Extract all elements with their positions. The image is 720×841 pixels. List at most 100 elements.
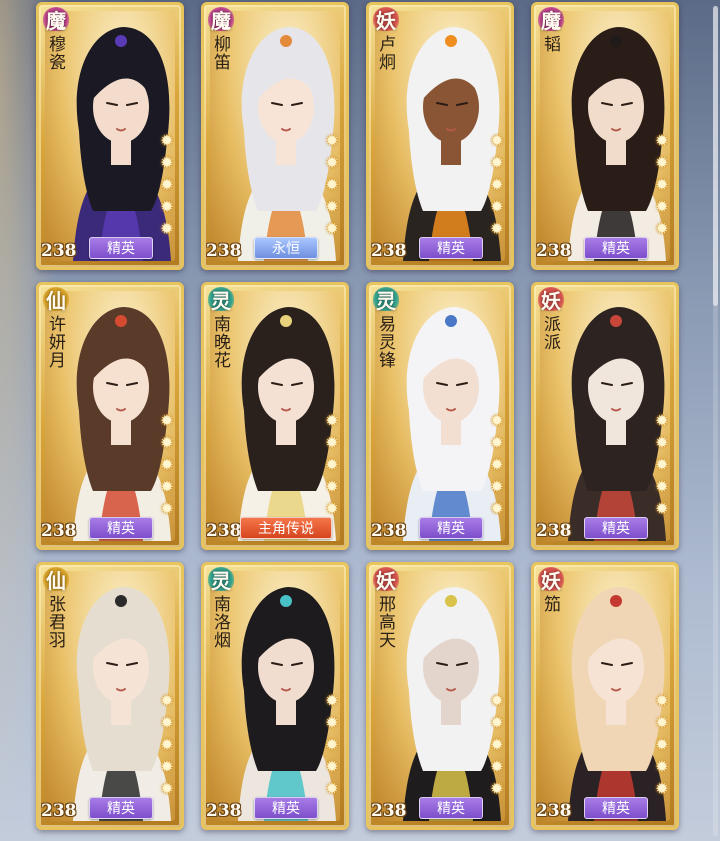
- faction-badge: 仙: [43, 567, 69, 593]
- star-icon: ✹: [655, 219, 669, 238]
- star-icon: ✹: [325, 219, 339, 238]
- faction-badge: 灵: [373, 287, 399, 313]
- star-icon: ✹: [490, 499, 504, 518]
- level-number: 238: [206, 801, 242, 821]
- level-number: 238: [41, 801, 77, 821]
- star-rating: ✹ ✹ ✹ ✹ ✹: [324, 413, 340, 517]
- character-name: 张君羽: [45, 595, 65, 649]
- character-card[interactable]: 仙张君羽 ✹ ✹ ✹ ✹ ✹ 238 精英: [36, 562, 184, 830]
- faction-badge: 魔: [208, 7, 234, 33]
- star-rating: ✹ ✹ ✹ ✹ ✹: [159, 693, 175, 797]
- level-number: 238: [371, 241, 407, 261]
- level-number: 238: [536, 801, 572, 821]
- level-number: 238: [206, 521, 242, 541]
- faction-badge: 妖: [538, 287, 564, 313]
- character-name: 许妍月: [45, 315, 65, 369]
- star-icon: ✹: [160, 433, 174, 452]
- star-icon: ✹: [490, 455, 504, 474]
- star-icon: ✹: [655, 153, 669, 172]
- star-icon: ✹: [160, 219, 174, 238]
- star-icon: ✹: [325, 757, 339, 776]
- star-icon: ✹: [325, 477, 339, 496]
- star-icon: ✹: [490, 757, 504, 776]
- character-name: 卢炯: [375, 35, 395, 71]
- star-icon: ✹: [490, 477, 504, 496]
- character-name: 邢高天: [375, 595, 395, 649]
- star-icon: ✹: [490, 219, 504, 238]
- character-name: 易灵锋: [375, 315, 395, 369]
- star-icon: ✹: [160, 175, 174, 194]
- quality-badge: 主角传说: [240, 517, 332, 539]
- star-icon: ✹: [655, 691, 669, 710]
- star-icon: ✹: [160, 131, 174, 150]
- faction-badge: 妖: [373, 7, 399, 33]
- star-icon: ✹: [655, 757, 669, 776]
- character-card[interactable]: 妖派派 ✹ ✹ ✹ ✹ ✹ 238 精英: [531, 282, 679, 550]
- star-icon: ✹: [490, 175, 504, 194]
- level-number: 238: [371, 521, 407, 541]
- level-number: 238: [41, 241, 77, 261]
- star-icon: ✹: [325, 499, 339, 518]
- star-rating: ✹ ✹ ✹ ✹ ✹: [324, 693, 340, 797]
- star-rating: ✹ ✹ ✹ ✹ ✹: [159, 133, 175, 237]
- faction-badge: 灵: [208, 567, 234, 593]
- character-name: 笳: [540, 595, 560, 613]
- faction-badge: 妖: [538, 567, 564, 593]
- level-number: 238: [536, 241, 572, 261]
- star-icon: ✹: [655, 175, 669, 194]
- quality-badge: 精英: [254, 797, 318, 819]
- star-icon: ✹: [325, 197, 339, 216]
- star-icon: ✹: [325, 131, 339, 150]
- star-icon: ✹: [325, 779, 339, 798]
- star-icon: ✹: [325, 713, 339, 732]
- character-card[interactable]: 魔穆瓷 ✹ ✹ ✹ ✹ ✹ 238 精英: [36, 2, 184, 270]
- character-card[interactable]: 灵南晚花 ✹ ✹ ✹ ✹ ✹ 238 主角传说: [201, 282, 349, 550]
- star-icon: ✹: [655, 477, 669, 496]
- faction-badge: 灵: [208, 287, 234, 313]
- quality-badge: 精英: [584, 517, 648, 539]
- star-icon: ✹: [655, 131, 669, 150]
- star-icon: ✹: [490, 131, 504, 150]
- star-rating: ✹ ✹ ✹ ✹ ✹: [489, 693, 505, 797]
- star-icon: ✹: [655, 779, 669, 798]
- level-number: 238: [371, 801, 407, 821]
- character-card[interactable]: 仙许妍月 ✹ ✹ ✹ ✹ ✹ 238 精英: [36, 282, 184, 550]
- star-icon: ✹: [160, 735, 174, 754]
- star-icon: ✹: [490, 153, 504, 172]
- character-card[interactable]: 妖邢高天 ✹ ✹ ✹ ✹ ✹ 238 精英: [366, 562, 514, 830]
- scrollbar-thumb[interactable]: [713, 6, 718, 306]
- star-icon: ✹: [325, 411, 339, 430]
- star-icon: ✹: [160, 779, 174, 798]
- level-number: 238: [206, 241, 242, 261]
- quality-badge: 精英: [584, 237, 648, 259]
- scrollbar[interactable]: [713, 6, 718, 836]
- star-rating: ✹ ✹ ✹ ✹ ✹: [654, 133, 670, 237]
- character-card[interactable]: 灵易灵锋 ✹ ✹ ✹ ✹ ✹ 238 精英: [366, 282, 514, 550]
- star-icon: ✹: [325, 455, 339, 474]
- star-icon: ✹: [490, 433, 504, 452]
- character-card[interactable]: 妖卢炯 ✹ ✹ ✹ ✹ ✹ 238 精英: [366, 2, 514, 270]
- quality-badge: 永恒: [254, 237, 318, 259]
- faction-badge: 魔: [538, 7, 564, 33]
- character-name: 派派: [540, 315, 560, 351]
- star-rating: ✹ ✹ ✹ ✹ ✹: [489, 413, 505, 517]
- character-card[interactable]: 魔韬 ✹ ✹ ✹ ✹ ✹ 238 精英: [531, 2, 679, 270]
- star-icon: ✹: [160, 757, 174, 776]
- star-icon: ✹: [490, 197, 504, 216]
- character-card[interactable]: 灵南洛烟 ✹ ✹ ✹ ✹ ✹ 238 精英: [201, 562, 349, 830]
- star-icon: ✹: [490, 779, 504, 798]
- character-card[interactable]: 妖笳 ✹ ✹ ✹ ✹ ✹ 238 精英: [531, 562, 679, 830]
- star-icon: ✹: [160, 499, 174, 518]
- star-icon: ✹: [160, 477, 174, 496]
- faction-badge: 仙: [43, 287, 69, 313]
- star-icon: ✹: [655, 197, 669, 216]
- character-name: 南晚花: [210, 315, 230, 369]
- star-icon: ✹: [160, 455, 174, 474]
- star-rating: ✹ ✹ ✹ ✹ ✹: [489, 133, 505, 237]
- character-name: 柳笛: [210, 35, 230, 71]
- star-icon: ✹: [490, 735, 504, 754]
- star-icon: ✹: [325, 735, 339, 754]
- character-card[interactable]: 魔柳笛 ✹ ✹ ✹ ✹ ✹ 238 永恒: [201, 2, 349, 270]
- star-icon: ✹: [160, 691, 174, 710]
- star-icon: ✹: [325, 153, 339, 172]
